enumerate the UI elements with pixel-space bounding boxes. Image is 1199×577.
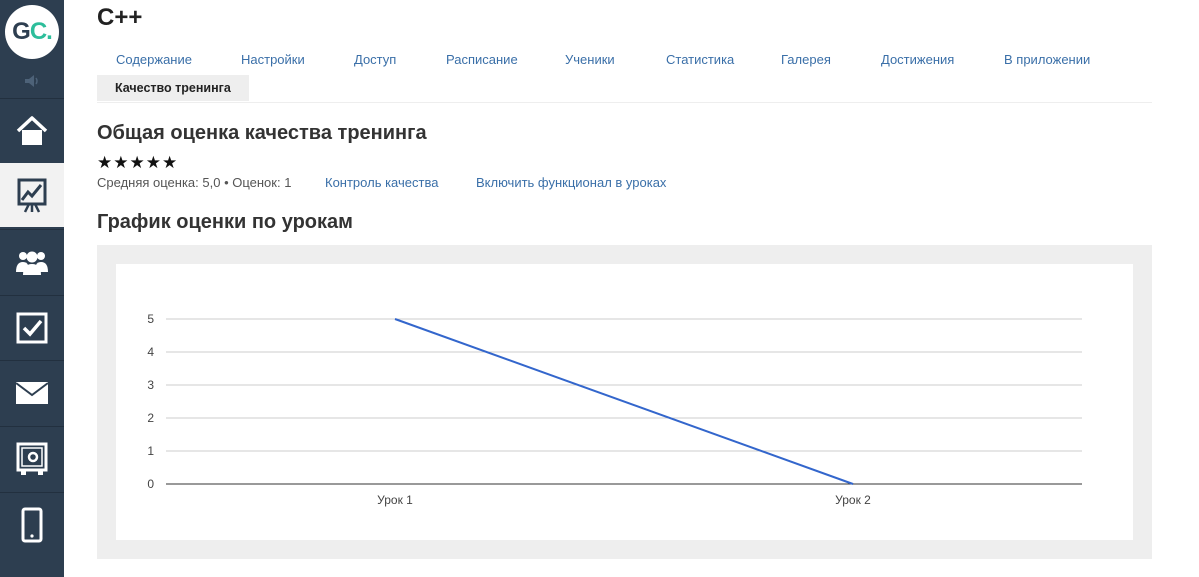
mail-icon [15,381,49,404]
x-tick-label: Урок 2 [835,493,871,507]
logo-text: GC. [12,18,53,46]
chart-canvas: 0 1 2 3 4 5 Урок 1 Урок 2 [116,264,1133,540]
y-tick-label: 5 [147,312,154,326]
home-icon [16,115,48,145]
star-icon: ★ [162,153,178,172]
y-tick-label: 1 [147,444,154,458]
chart-panel: 0 1 2 3 4 5 Урок 1 Урок 2 [97,245,1152,559]
tab-settings[interactable]: Настройки [241,47,305,73]
phone-icon [21,507,43,542]
tab-content[interactable]: Содержание [116,47,192,73]
tab-bar: Содержание Настройки Доступ Расписание У… [97,47,1152,103]
sidebar-item-tasks[interactable] [0,295,64,359]
page-title: C++ [97,4,143,31]
star-icon: ★ [129,153,145,172]
tab-gallery[interactable]: Галерея [781,47,831,73]
sidebar-item-statistics[interactable] [0,163,64,227]
tab-students[interactable]: Ученики [565,47,615,73]
tab-schedule[interactable]: Расписание [446,47,518,73]
y-tick-label: 2 [147,411,154,425]
tab-in-app[interactable]: В приложении [1004,47,1090,73]
sidebar-item-home[interactable] [0,98,64,162]
star-icon: ★ [113,153,129,172]
logo-letter-c: C. [29,18,53,45]
y-tick-label: 0 [147,477,154,491]
y-tick-label: 3 [147,378,154,392]
safe-icon [16,442,48,475]
chart-heading: График оценки по урокам [97,211,353,233]
sidebar-item-mobile[interactable] [0,492,64,556]
chart-board-icon [17,178,47,213]
y-tick-label: 4 [147,345,154,359]
star-icon: ★ [145,153,161,172]
star-icon: ★ [97,153,113,172]
logo-badge: GC. [5,5,59,59]
rating-stars: ★ ★ ★ ★ ★ [97,154,177,172]
sidebar-item-users[interactable] [0,229,64,293]
tab-achievements[interactable]: Достижения [881,47,954,73]
tab-access[interactable]: Доступ [354,47,396,73]
sidebar-item-safe[interactable] [0,426,64,490]
users-icon [16,251,48,275]
logo[interactable]: GC. [0,0,64,64]
checkbox-icon [16,312,48,343]
tab-statistics[interactable]: Статистика [666,47,734,73]
rating-series-line [394,318,854,485]
logo-letter-g: G [12,18,31,45]
sidebar: GC. [0,0,64,577]
speaker-icon[interactable] [0,66,64,96]
quality-heading: Общая оценка качества тренинга [97,122,427,144]
rating-summary: Средняя оценка: 5,0 • Оценок: 1 [97,175,292,190]
sidebar-item-mail[interactable] [0,360,64,424]
lesson-rating-chart: 0 1 2 3 4 5 Урок 1 Урок 2 [147,312,1082,507]
quality-control-link[interactable]: Контроль качества [325,175,438,190]
enable-in-lessons-link[interactable]: Включить функционал в уроках [476,175,666,190]
x-tick-label: Урок 1 [377,493,413,507]
tab-training-quality[interactable]: Качество тренинга [97,75,249,101]
